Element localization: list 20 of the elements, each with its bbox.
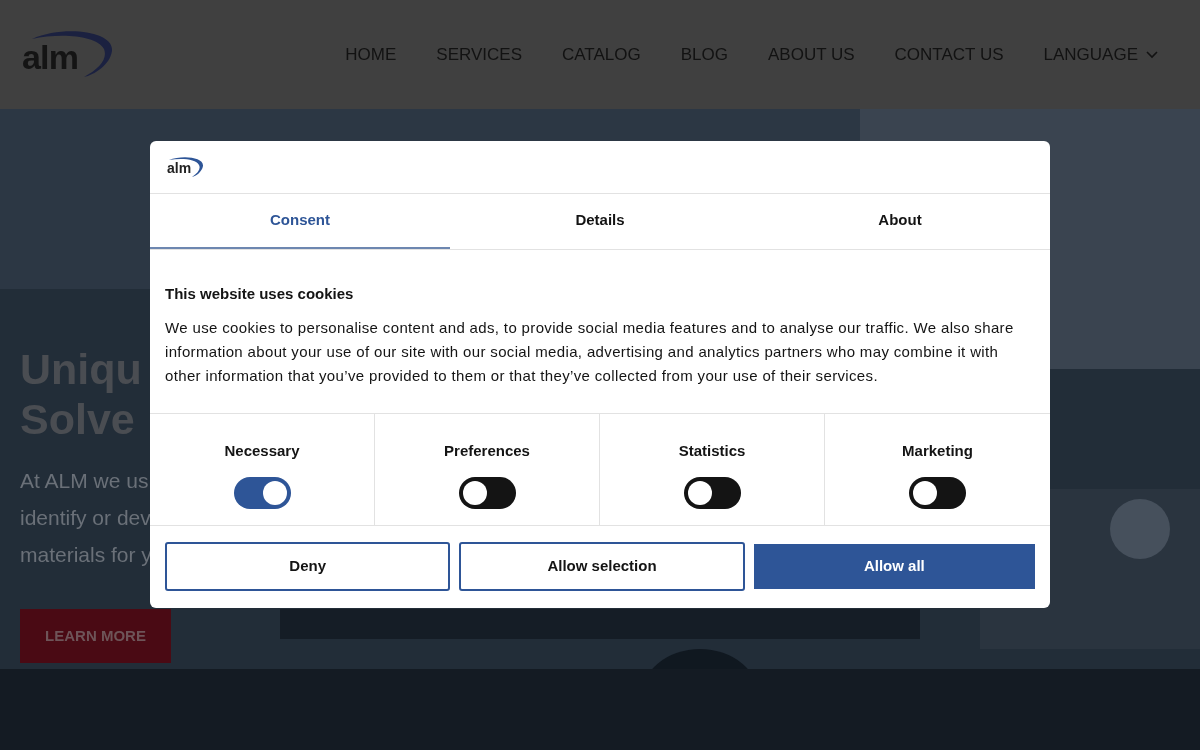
toggle-switch[interactable] [683,476,741,509]
hero-text: At ALM we us [20,468,149,494]
consent-button[interactable]: Deny [165,542,451,591]
toggle-label: Marketing [902,441,973,461]
toggle-switch[interactable] [458,476,516,509]
tab[interactable]: Details [450,194,750,249]
toggle-label: Necessary [224,441,300,461]
toggle-label: Statistics [678,441,746,461]
allow-all-button[interactable]: Allow all [753,544,1035,589]
logo-text: alm [167,160,192,175]
hero-text: identify or dev [20,505,151,531]
tab[interactable]: Consent [150,194,450,249]
learn-more-button[interactable]: LEARN MORE [20,609,171,663]
toggle-switch[interactable] [233,476,291,509]
consent-button[interactable]: Allow selection [459,542,745,591]
dialog-title: This website uses cookies [165,284,355,304]
toggle-switch[interactable] [909,476,966,509]
toggle-label: Preferences [444,441,530,461]
cookie-description: We use cookies to personalise content and ads, to provide social media features and to analyse our traffic. We also share information about your use of our site with our social media, advertising and analytics partners who may combine it with other information that you’ve provided to them or that they’ve collected from your use of their services. [165,317,1015,386]
tab[interactable]: About [750,194,1050,249]
